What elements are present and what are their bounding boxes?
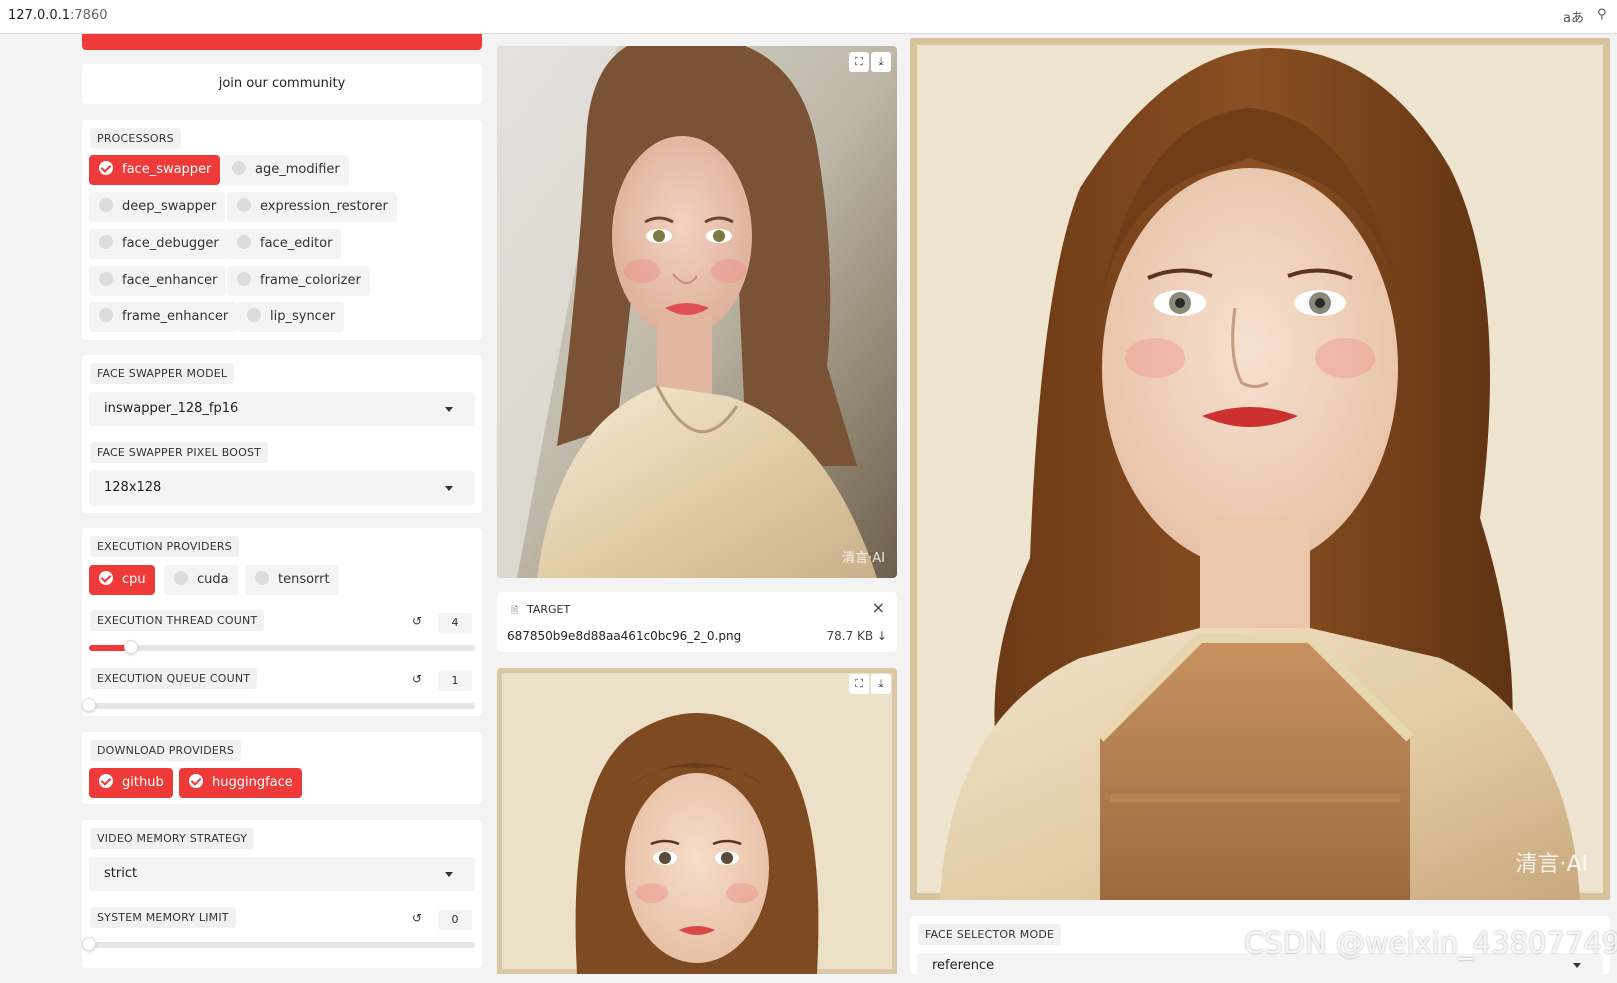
face-swapper-model-label: FACE SWAPPER MODEL [90,363,235,384]
checkbox-icon [237,198,251,212]
chevron-down-icon [1573,963,1581,968]
output-preview-image: 清言·AI [910,38,1610,900]
checkbox-icon [232,161,246,175]
checkbox-icon [99,272,113,286]
video-memory-strategy-label: VIDEO MEMORY STRATEGY [90,828,255,849]
target-filename[interactable]: 687850b9e8d88aa461c0bc96_2_0.png [507,629,741,643]
processor-age-modifier[interactable]: age_modifier [222,155,349,185]
reset-icon[interactable]: ↺ [412,614,422,628]
execution-queue-count-label: EXECUTION QUEUE COUNT [90,668,258,689]
source-portrait [497,46,897,578]
checkbox-checked-icon [99,774,113,788]
processor-face-editor[interactable]: face_editor [227,229,342,259]
reset-icon[interactable]: ↺ [412,911,422,925]
checkbox-icon [247,308,261,322]
provider-tensorrt[interactable]: tensorrt [245,565,339,595]
download-providers-panel: DOWNLOAD PROVIDERS github huggingface [82,732,482,804]
checkbox-icon [237,272,251,286]
fullscreen-icon[interactable]: ⛶ [849,52,869,72]
execution-thread-count-input[interactable]: 4 [438,613,472,633]
image-toolbar: ⛶ ⤓ [849,674,891,694]
provider-cuda[interactable]: cuda [164,565,238,595]
processor-face-swapper[interactable]: face_swapper [89,155,221,185]
output-portrait [910,38,1610,900]
checkbox-icon [255,571,269,585]
target-portrait [497,668,897,974]
processor-face-debugger[interactable]: face_debugger [89,229,228,259]
zoom-icon[interactable]: ⚲ [1597,7,1607,22]
reset-icon[interactable]: ↺ [412,672,422,686]
download-provider-github[interactable]: github [89,768,173,798]
image-watermark: 清言·AI [1515,852,1588,877]
processor-frame-colorizer[interactable]: frame_colorizer [227,266,370,296]
checkbox-icon [99,235,113,249]
target-label: TARGET [527,603,571,616]
download-icon[interactable]: ⤓ [871,674,891,694]
csdn-watermark: CSDN @weixin_43807749 [1244,926,1617,960]
checkbox-icon [174,571,188,585]
processor-face-enhancer[interactable]: face_enhancer [89,266,227,296]
chevron-down-icon [445,407,453,412]
face-swapper-pixel-boost-select[interactable]: 128x128 [89,471,475,505]
download-provider-huggingface[interactable]: huggingface [179,768,302,798]
face-selector-mode-label: FACE SELECTOR MODE [918,924,1062,945]
community-button-label: join our community [218,76,346,91]
execution-thread-count-number: ↺ 4 [412,613,472,633]
file-icon: 🗎 [511,606,519,616]
face-swapper-model-select[interactable]: inswapper_128_fp16 [89,392,475,426]
download-providers-label: DOWNLOAD PROVIDERS [90,740,242,761]
source-image: ⛶ ⤓ 清言·AI [497,46,897,578]
translate-icon[interactable]: aあ [1563,7,1584,26]
target-filesize[interactable]: 78.7 KB ↓ [826,629,887,643]
processor-deep-swapper[interactable]: deep_swapper [89,192,226,222]
checkbox-checked-icon [99,161,113,175]
execution-panel: EXECUTION PROVIDERS cpu cuda tensorrt EX… [82,528,482,716]
execution-providers-label: EXECUTION PROVIDERS [90,536,239,557]
processor-frame-enhancer[interactable]: frame_enhancer [89,302,238,332]
chevron-down-icon [445,872,453,877]
execution-queue-count-slider[interactable] [82,698,475,712]
system-memory-limit-number: ↺ 0 [412,910,472,930]
close-icon[interactable]: × [872,598,885,617]
chevron-down-icon [445,486,453,491]
provider-cpu[interactable]: cpu [89,565,155,595]
video-memory-strategy-select[interactable]: strict [89,857,475,891]
checkbox-icon [237,235,251,249]
face-swapper-pixel-boost-label: FACE SWAPPER PIXEL BOOST [90,442,269,463]
target-file-panel: 🗎 TARGET × 687850b9e8d88aa461c0bc96_2_0.… [497,592,897,652]
system-memory-limit-input[interactable]: 0 [438,910,472,930]
checkbox-icon [99,308,113,322]
image-watermark: 清言·AI [842,551,885,566]
download-icon[interactable]: ⤓ [871,52,891,72]
fullscreen-icon[interactable]: ⛶ [849,674,869,694]
processor-lip-syncer[interactable]: lip_syncer [237,302,345,332]
slider-thumb[interactable] [124,640,139,654]
start-button[interactable] [82,34,482,50]
execution-queue-count-number: ↺ 1 [412,671,472,691]
browser-url-bar[interactable]: 127.0.0.1:7860 aあ ⚲ [0,0,1617,34]
system-memory-limit-slider[interactable] [82,937,475,951]
checkbox-checked-icon [99,571,113,585]
checkbox-checked-icon [189,774,203,788]
system-memory-limit-label: SYSTEM MEMORY LIMIT [90,907,236,928]
community-button[interactable]: join our community [82,64,482,104]
slider-thumb[interactable] [82,937,96,951]
processors-panel: PROCESSORS face_swapper age_modifier dee… [82,120,482,340]
processors-label: PROCESSORS [90,128,181,149]
memory-panel: VIDEO MEMORY STRATEGY strict SYSTEM MEMO… [82,820,482,968]
execution-thread-count-slider[interactable] [89,640,475,654]
face-swapper-panel: FACE SWAPPER MODEL inswapper_128_fp16 FA… [82,355,482,513]
image-toolbar: ⛶ ⤓ [849,52,891,72]
url-text[interactable]: 127.0.0.1:7860 [8,8,108,23]
processor-expression-restorer[interactable]: expression_restorer [227,192,397,222]
target-image: ⛶ ⤓ [497,668,897,974]
slider-thumb[interactable] [82,698,96,712]
checkbox-icon [99,198,113,212]
execution-queue-count-input[interactable]: 1 [438,671,472,691]
execution-thread-count-label: EXECUTION THREAD COUNT [90,610,265,631]
